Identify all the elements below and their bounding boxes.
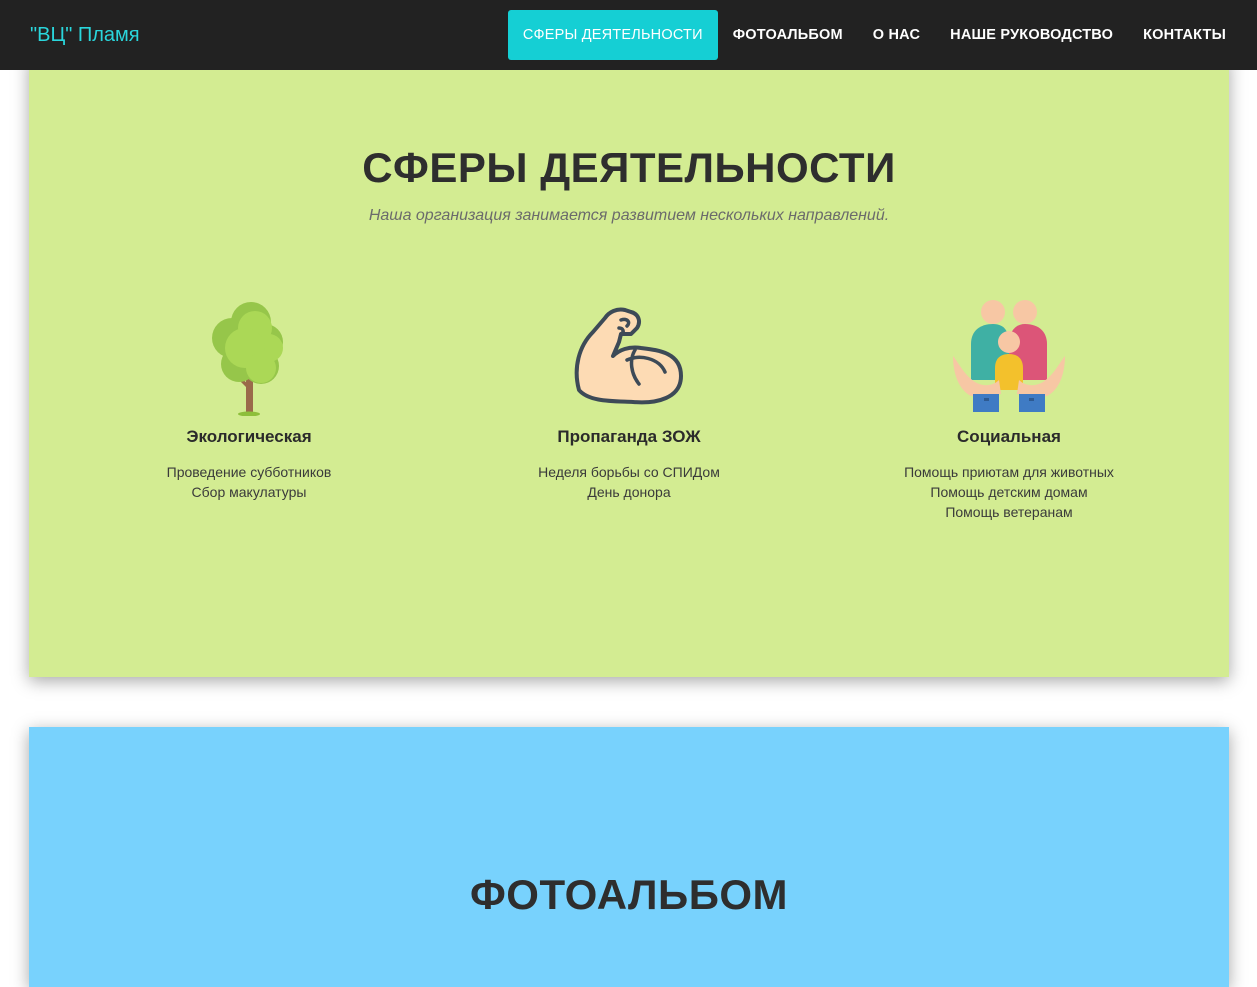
feature-healthy-lifestyle: Пропаганда ЗОЖ Неделя борьбы со СПИДом Д… — [469, 298, 789, 502]
top-navbar: "ВЦ" Пламя Сферы деятельности Фотоальбом… — [0, 0, 1257, 70]
photo-album-section: ФОТОАЛЬБОМ — [29, 727, 1229, 987]
list-item: Неделя борьбы со СПИДом — [538, 464, 720, 480]
list-item: Помощь приютам для животных — [904, 464, 1114, 480]
list-item: День донора — [587, 484, 671, 500]
nav-item-activities[interactable]: Сферы деятельности — [507, 10, 718, 60]
photo-album-title: ФОТОАЛЬБОМ — [469, 871, 789, 918]
feature-social: Социальная Помощь приютам для животных П… — [849, 298, 1169, 522]
feature-healthy-lifestyle-list: Неделя борьбы со СПИДом День донора — [469, 462, 789, 502]
nav-item-photo-album[interactable]: Фотоальбом — [718, 10, 858, 60]
list-item: Помощь ветеранам — [945, 504, 1073, 520]
tree-icon — [189, 298, 309, 416]
feature-ecology-list: Проведение субботников Сбор макулатуры — [89, 462, 409, 502]
nav-item-about[interactable]: О нас — [858, 10, 935, 60]
family-in-hands-icon — [949, 298, 1069, 416]
activities-subtitle: Наша организация занимается развитием не… — [368, 207, 890, 224]
feature-social-title: Социальная — [957, 427, 1061, 446]
activities-section: СФЕРЫ ДЕЯТЕЛЬНОСТИ Наша организация зани… — [29, 56, 1229, 677]
brand-link[interactable]: "ВЦ" Пламя — [30, 22, 140, 48]
list-item: Проведение субботников — [166, 464, 332, 480]
feature-social-list: Помощь приютам для животных Помощь детск… — [849, 462, 1169, 522]
nav-menu: Сферы деятельности Фотоальбом О нас Наше… — [507, 10, 1257, 60]
feature-ecology-title: Экологическая — [186, 427, 312, 446]
list-item: Сбор макулатуры — [191, 484, 307, 500]
feature-healthy-lifestyle-title: Пропаганда ЗОЖ — [557, 427, 701, 446]
activities-title: СФЕРЫ ДЕЯТЕЛЬНОСТИ — [362, 144, 896, 191]
flexed-bicep-icon — [569, 298, 689, 416]
nav-item-contacts[interactable]: Контакты — [1128, 10, 1257, 60]
nav-item-management[interactable]: Наше руководство — [935, 10, 1128, 60]
list-item: Помощь детским домам — [930, 484, 1088, 500]
feature-ecology: Экологическая Проведение субботников Сбо… — [89, 298, 409, 502]
